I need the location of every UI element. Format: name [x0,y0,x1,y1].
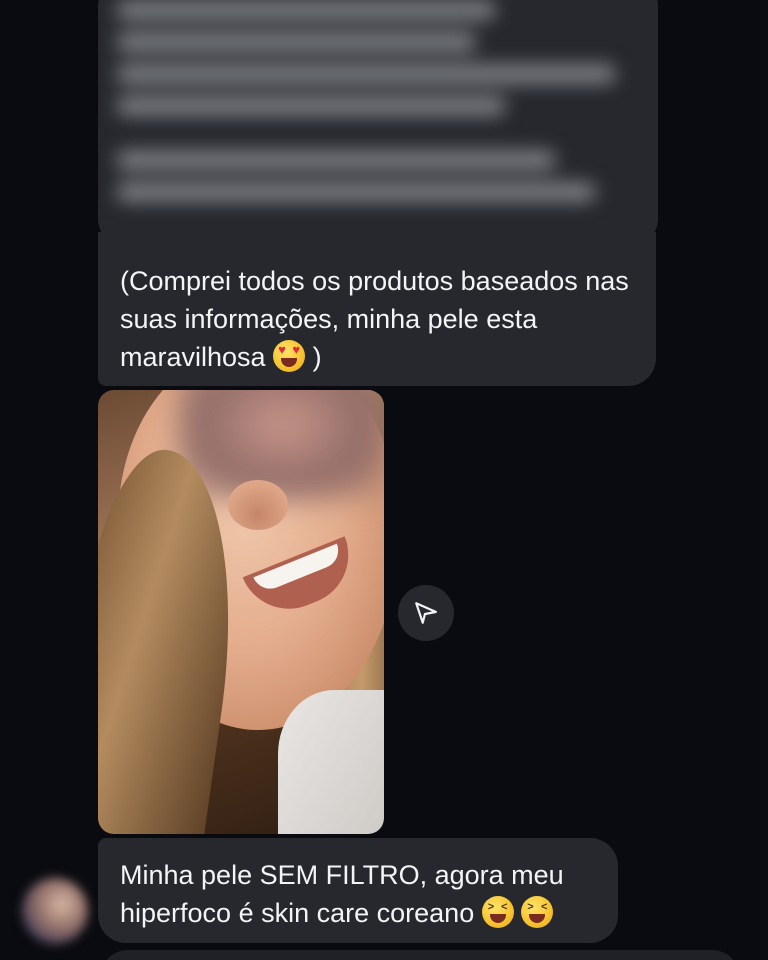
next-message-bubble[interactable] [100,950,740,960]
share-button[interactable] [398,585,454,641]
avatar[interactable] [22,878,88,944]
message-bubble[interactable]: (Comprei todos os produtos baseados nas … [98,232,656,386]
heart-eyes-emoji [273,340,306,372]
blurred-text [116,0,636,214]
grinning-squinting-emoji [481,896,514,928]
shared-photo[interactable] [98,390,384,834]
message-text-suffix: ) [312,342,322,372]
blurred-message-bubble[interactable] [98,0,658,245]
send-icon [415,602,437,624]
message-bubble[interactable]: Minha pele SEM FILTRO, agora meu hiperfo… [98,838,618,943]
message-text: (Comprei todos os produtos baseados nas … [120,266,629,372]
blurred-eyes [178,390,384,500]
chat-thread: (Comprei todos os produtos baseados nas … [0,0,768,960]
grinning-squinting-emoji [521,896,554,928]
